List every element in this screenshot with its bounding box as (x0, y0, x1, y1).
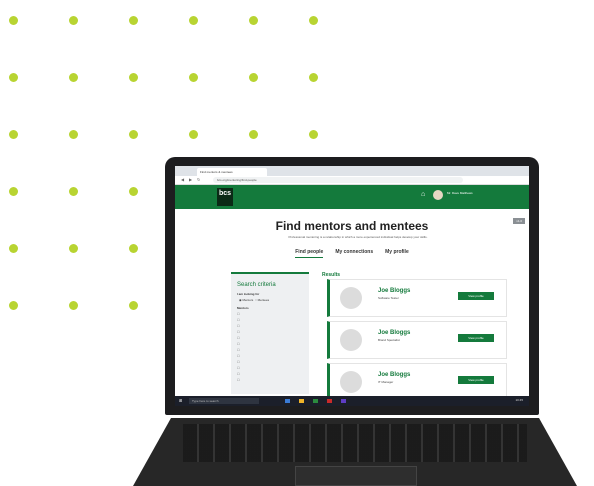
main-content: v1.0 Find mentors and mentees Profession… (175, 209, 529, 401)
laptop-mockup: Find mentors & mentees ◀ ▶ ↻ bcs.org/men… (133, 155, 577, 486)
result-name[interactable]: Joe Bloggs (378, 372, 410, 378)
page-title: Find mentors and mentees (275, 219, 429, 233)
filter-checkbox[interactable]: ☐ (237, 378, 309, 382)
result-card: Joe Bloggs Brand Specialist View profile (327, 321, 507, 359)
results-title: Results (322, 272, 341, 278)
radio-mentors-label: Mentors (242, 298, 254, 302)
mail-icon[interactable] (327, 399, 332, 403)
decorative-dot (69, 73, 78, 82)
refresh-icon[interactable]: ↻ (197, 177, 200, 183)
decorative-dot (189, 16, 198, 25)
profile-photo (340, 371, 362, 393)
file-explorer-icon[interactable] (299, 399, 304, 403)
filter-checkbox[interactable]: ☐ (237, 312, 309, 316)
decorative-dot (189, 73, 198, 82)
user-avatar[interactable] (433, 190, 443, 200)
tab-my-profile[interactable]: My profile (385, 249, 409, 258)
decorative-dot (9, 301, 18, 310)
decorative-dot (309, 16, 318, 25)
windows-start-icon[interactable]: ⊞ (179, 398, 182, 404)
looking-for-label: I am looking for (237, 292, 260, 296)
decorative-dot (69, 301, 78, 310)
decorative-dot (9, 16, 18, 25)
taskbar-search[interactable]: Type here to search (189, 398, 259, 404)
filter-checkbox[interactable]: ☐ (237, 324, 309, 328)
view-profile-button[interactable]: View profile (458, 292, 494, 300)
laptop-lid: Find mentors & mentees ◀ ▶ ↻ bcs.org/men… (165, 157, 539, 415)
filter-checkbox[interactable]: ☐ (237, 336, 309, 340)
decorative-dot (69, 244, 78, 253)
filter-checkbox[interactable]: ☐ (237, 360, 309, 364)
radio-mentees-label: Mentees (257, 298, 270, 302)
result-role: Software Tester (378, 296, 399, 300)
radio-mentors[interactable]: ◉ Mentors (239, 298, 253, 302)
back-icon[interactable]: ◀ (181, 177, 184, 183)
decorative-dot (9, 244, 18, 253)
search-criteria-title: Search criteria (237, 282, 276, 288)
view-profile-button[interactable]: View profile (458, 376, 494, 384)
view-profile-button[interactable]: View profile (458, 334, 494, 342)
decorative-dot (69, 16, 78, 25)
decorative-dot (9, 73, 18, 82)
browser-tab[interactable]: Find mentors & mentees (197, 168, 267, 176)
profile-photo (340, 287, 362, 309)
site-header: bcs ⌂ Mr. Dave Matthews (175, 185, 529, 209)
filter-checkbox[interactable]: ☐ (237, 366, 309, 370)
task-view-icon[interactable] (285, 399, 290, 403)
page-subtitle: Professional mentoring is a relationship… (288, 235, 428, 239)
user-name[interactable]: Mr. Dave Matthews (447, 191, 487, 195)
browser-address-bar: ◀ ▶ ↻ bcs.org/mentoring/find-people (175, 176, 529, 185)
url-field[interactable]: bcs.org/mentoring/find-people (213, 177, 463, 183)
radio-mentees[interactable]: ○ Mentees (255, 298, 269, 302)
decorative-dot (309, 73, 318, 82)
mentor-filter-label: Mentors (237, 306, 249, 310)
decorative-dot (249, 16, 258, 25)
forward-icon[interactable]: ▶ (189, 177, 192, 183)
profile-photo (340, 329, 362, 351)
decorative-dot (309, 130, 318, 139)
decorative-dot (189, 130, 198, 139)
filter-checkbox[interactable]: ☐ (237, 354, 309, 358)
result-name[interactable]: Joe Bloggs (378, 288, 410, 294)
keyboard-keys (183, 424, 527, 462)
result-name[interactable]: Joe Bloggs (378, 330, 410, 336)
bcs-logo[interactable]: bcs (217, 188, 233, 206)
decorative-dot (129, 130, 138, 139)
decorative-dot (69, 130, 78, 139)
decorative-dot (249, 73, 258, 82)
result-role: Brand Specialist (378, 338, 400, 342)
windows-taskbar: ⊞ Type here to search 10:45 (175, 396, 529, 406)
decorative-dot (9, 130, 18, 139)
tab-find-people[interactable]: Find people (295, 249, 324, 258)
filter-checkbox[interactable]: ☐ (237, 318, 309, 322)
page-tabs: Find people My connections My profile (175, 249, 529, 258)
browser-icon[interactable] (313, 399, 318, 403)
decorative-dot (249, 130, 258, 139)
taskbar-clock: 10:45 (515, 398, 523, 402)
radio-group: ◉ Mentors ○ Mentees (239, 298, 309, 302)
filter-checkbox[interactable]: ☐ (237, 372, 309, 376)
notification-icon[interactable]: ⌂ (421, 191, 425, 198)
trackpad (295, 466, 417, 486)
teams-icon[interactable] (341, 399, 346, 403)
decorative-dot (69, 187, 78, 196)
result-card: Joe Bloggs Software Tester View profile (327, 279, 507, 317)
browser-tab-bar: Find mentors & mentees (175, 166, 529, 176)
filter-checkbox[interactable]: ☐ (237, 342, 309, 346)
decorative-dot (9, 187, 18, 196)
decorative-dot (129, 73, 138, 82)
tab-my-connections[interactable]: My connections (335, 249, 373, 258)
filter-checkbox[interactable]: ☐ (237, 348, 309, 352)
filter-checkbox[interactable]: ☐ (237, 330, 309, 334)
result-role: IT Manager (378, 380, 394, 384)
laptop-screen: Find mentors & mentees ◀ ▶ ↻ bcs.org/men… (175, 166, 529, 406)
decorative-dot (129, 16, 138, 25)
search-criteria-panel: Search criteria I am looking for ◉ Mento… (231, 272, 309, 394)
